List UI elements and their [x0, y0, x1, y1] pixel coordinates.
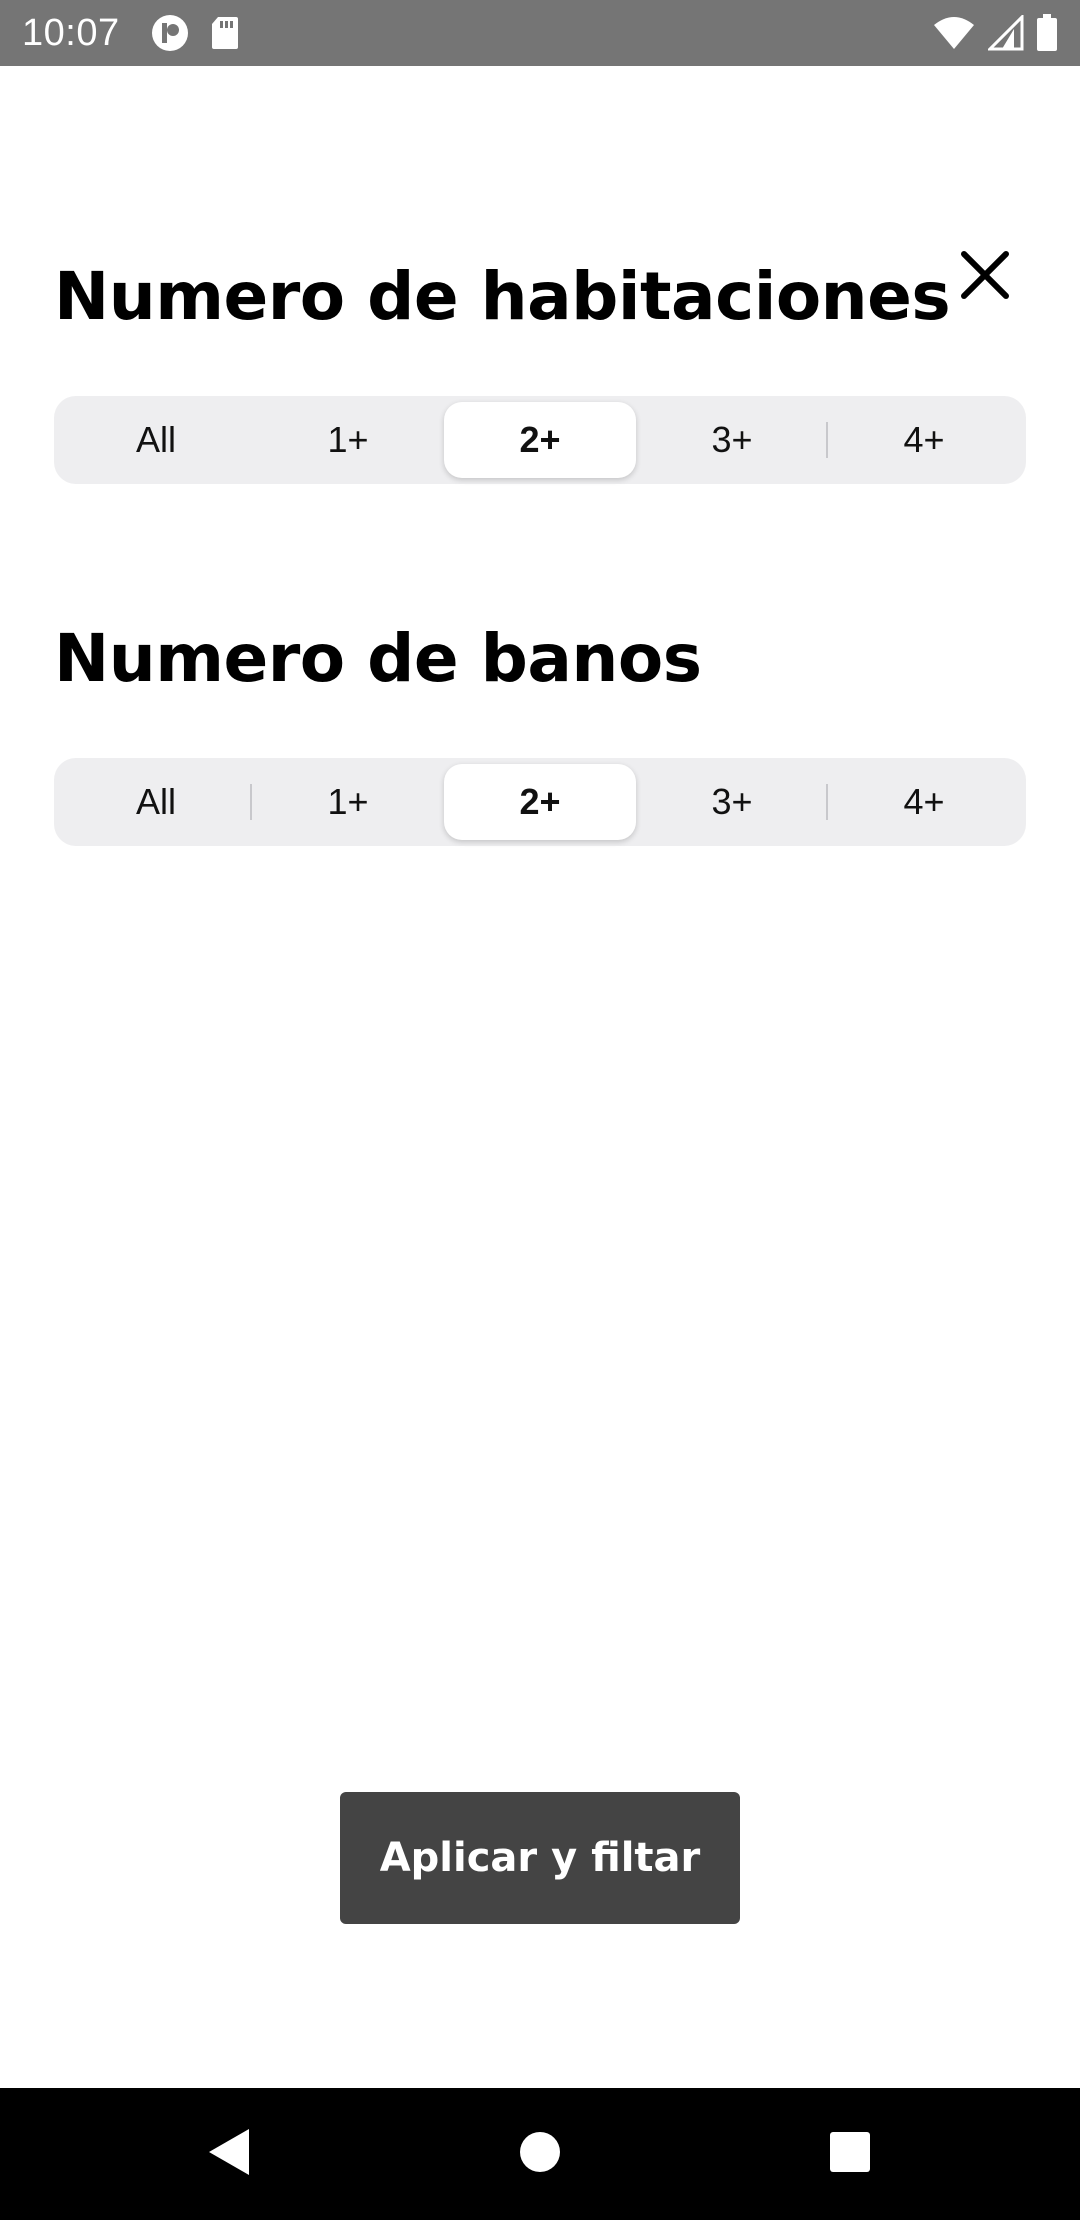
wifi-icon	[932, 15, 976, 51]
cell-signal-icon	[988, 15, 1024, 51]
bathrooms-option-all[interactable]: All	[60, 764, 252, 840]
navigation-bar	[0, 2088, 1080, 2220]
back-button[interactable]	[196, 2120, 260, 2184]
bedrooms-option-3plus[interactable]: 3+	[636, 402, 828, 478]
bedrooms-title: Numero de habitaciones	[54, 258, 951, 335]
battery-icon	[1036, 14, 1058, 52]
bedrooms-option-4plus[interactable]: 4+	[828, 402, 1020, 478]
recents-icon	[830, 2132, 870, 2172]
app-notification-icon	[150, 13, 190, 53]
status-right-icons	[932, 14, 1058, 52]
bathrooms-option-2plus[interactable]: 2+	[444, 764, 636, 840]
home-button[interactable]	[508, 2120, 572, 2184]
bathrooms-option-4plus[interactable]: 4+	[828, 764, 1020, 840]
bathrooms-title: Numero de banos	[54, 620, 702, 697]
screen: 10:07 Numero de habitaciones All 1+ 2+ 3…	[0, 0, 1080, 2220]
bedrooms-option-all[interactable]: All	[60, 402, 252, 478]
status-left-icons	[150, 13, 240, 53]
bathrooms-segmented-control: All 1+ 2+ 3+ 4+	[54, 758, 1026, 846]
close-button[interactable]	[950, 240, 1020, 310]
sd-card-icon	[210, 15, 240, 51]
bathrooms-option-1plus[interactable]: 1+	[252, 764, 444, 840]
close-icon	[961, 251, 1009, 299]
apply-filter-button[interactable]: Aplicar y filtar	[340, 1792, 740, 1924]
bedrooms-segmented-control: All 1+ 2+ 3+ 4+	[54, 396, 1026, 484]
bedrooms-option-1plus[interactable]: 1+	[252, 402, 444, 478]
back-icon	[209, 2129, 249, 2175]
recents-button[interactable]	[818, 2120, 882, 2184]
bathrooms-option-3plus[interactable]: 3+	[636, 764, 828, 840]
home-icon	[520, 2132, 560, 2172]
bedrooms-option-2plus[interactable]: 2+	[444, 402, 636, 478]
status-time: 10:07	[22, 11, 120, 54]
status-bar: 10:07	[0, 0, 1080, 66]
